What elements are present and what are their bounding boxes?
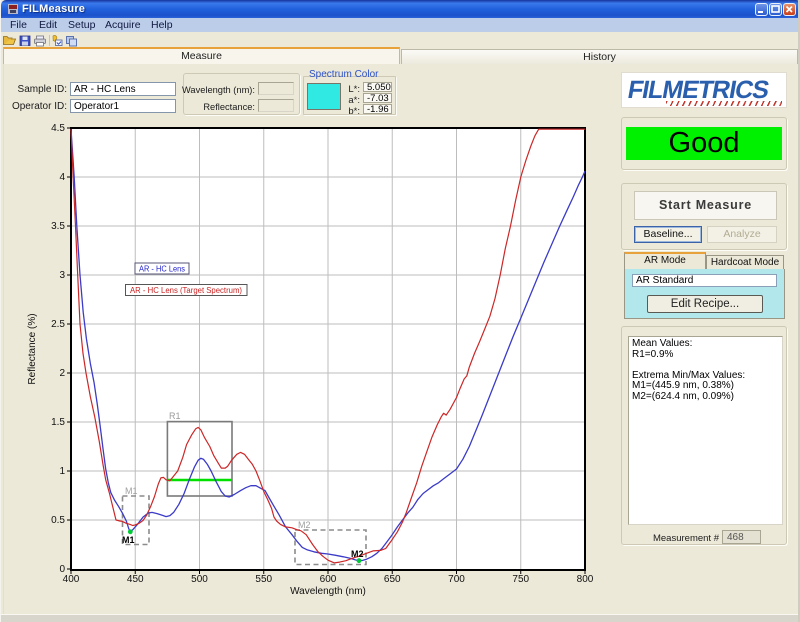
svg-text:3: 3 <box>59 270 65 281</box>
svg-text:0.5: 0.5 <box>51 515 65 526</box>
svg-text:4: 4 <box>59 172 65 183</box>
svg-text:Wavelength (nm): Wavelength (nm) <box>290 586 366 597</box>
svg-text:700: 700 <box>448 574 465 585</box>
svg-text:2: 2 <box>59 368 65 379</box>
svg-text:M1: M1 <box>122 535 135 545</box>
svg-text:Reflectance (%): Reflectance (%) <box>27 313 38 384</box>
svg-text:500: 500 <box>191 574 208 585</box>
svg-text:1: 1 <box>59 466 65 477</box>
svg-text:M1: M1 <box>125 486 138 496</box>
svg-text:400: 400 <box>63 574 80 585</box>
svg-text:800: 800 <box>577 574 594 585</box>
svg-text:M2: M2 <box>298 520 311 530</box>
svg-text:750: 750 <box>512 574 529 585</box>
svg-text:AR - HC Lens: AR - HC Lens <box>139 264 185 274</box>
svg-text:4.5: 4.5 <box>51 123 65 134</box>
svg-text:R1: R1 <box>169 411 181 421</box>
svg-text:AR - HC Lens (Target Spectrum): AR - HC Lens (Target Spectrum) <box>130 285 242 295</box>
svg-text:0: 0 <box>59 564 65 575</box>
svg-text:M2: M2 <box>351 549 364 559</box>
svg-text:450: 450 <box>127 574 144 585</box>
svg-text:600: 600 <box>320 574 337 585</box>
svg-text:650: 650 <box>384 574 401 585</box>
svg-text:2.5: 2.5 <box>51 319 65 330</box>
svg-text:3.5: 3.5 <box>51 221 65 232</box>
svg-text:1.5: 1.5 <box>51 417 65 428</box>
svg-text:550: 550 <box>255 574 272 585</box>
